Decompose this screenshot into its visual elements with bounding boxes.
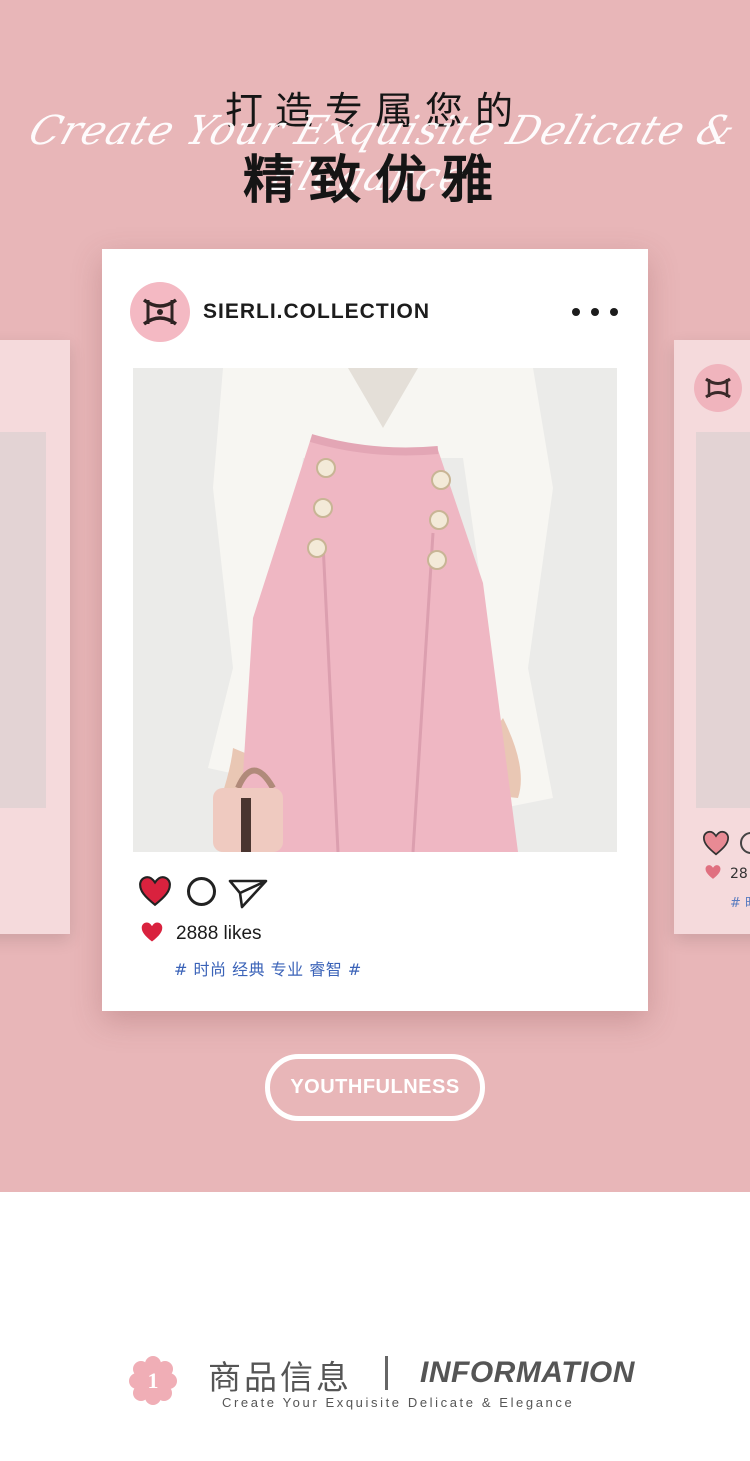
more-icon[interactable] xyxy=(572,299,618,325)
info-title-en: INFORMATION xyxy=(420,1356,635,1389)
product-photo xyxy=(133,368,617,852)
side-post-photo xyxy=(696,432,750,808)
likes-count: 2888 likes xyxy=(176,923,262,944)
info-title-cn: 商品信息 xyxy=(208,1358,352,1397)
heart-icon[interactable] xyxy=(138,875,172,907)
info-subtitle: Create Your Exquisite Delicate & Eleganc… xyxy=(222,1395,575,1410)
title-divider xyxy=(385,1356,388,1390)
youthfulness-badge: YOUTHFULNESS xyxy=(265,1054,485,1121)
hero-section: 打造专属您的 Create Your Exquisite Delicate & … xyxy=(0,0,750,1192)
heart-icon xyxy=(705,865,721,879)
brand-logo-icon[interactable] xyxy=(130,282,190,342)
heart-icon xyxy=(141,922,163,942)
headline-line2: 精致优雅 xyxy=(242,151,507,211)
section-number: 1 xyxy=(148,1368,159,1393)
side-hashtags: # 时 xyxy=(730,896,750,911)
side-post-card-right[interactable]: 28 # 时 xyxy=(674,340,750,934)
side-likes-text: 28 xyxy=(730,866,748,882)
flower-number-icon: 1 xyxy=(129,1356,177,1405)
send-icon[interactable] xyxy=(228,877,268,909)
comment-icon[interactable] xyxy=(740,832,750,854)
side-post-photo xyxy=(0,432,46,808)
brand-logo-icon xyxy=(694,364,742,412)
post-username[interactable]: SIERLI.COLLECTION xyxy=(203,300,430,324)
post-card: SIERLI.COLLECTION 2888 likes # 时尚 经典 专业 … xyxy=(102,249,648,1011)
side-post-card-left xyxy=(0,340,70,934)
comment-icon[interactable] xyxy=(187,877,216,906)
hashtags[interactable]: # 时尚 经典 专业 睿智 # xyxy=(174,956,362,980)
heart-outline-icon[interactable] xyxy=(702,830,730,856)
